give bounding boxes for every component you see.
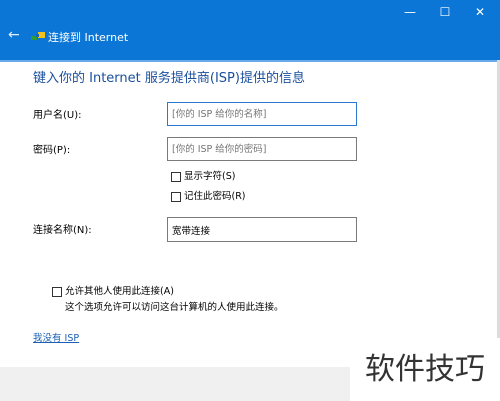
page-heading: 键入你的 Internet 服务提供商(ISP)提供的信息: [33, 71, 305, 86]
allow-others-description: 这个选项允许可以访问这台计算机的人使用此连接。: [65, 302, 284, 313]
username-label: 用户名(U):: [33, 110, 82, 121]
maximize-button[interactable]: ☐: [430, 2, 460, 22]
allow-others-label[interactable]: 允许其他人使用此连接(A): [65, 286, 174, 298]
password-label: 密码(P):: [33, 145, 71, 156]
remember-password-checkbox[interactable]: [171, 192, 181, 202]
header-separator: [0, 60, 500, 62]
show-characters-checkbox[interactable]: [171, 172, 181, 182]
remember-password-label[interactable]: 记住此密码(R): [184, 191, 246, 203]
minimize-button[interactable]: —: [395, 2, 425, 22]
connection-name-input[interactable]: [167, 217, 357, 242]
connection-name-label: 连接名称(N):: [33, 225, 92, 236]
password-input[interactable]: [167, 137, 357, 161]
show-characters-label[interactable]: 显示字符(S): [184, 171, 235, 183]
no-isp-link[interactable]: 我没有 ISP: [33, 333, 79, 345]
network-connection-icon: [31, 32, 45, 40]
back-arrow-icon[interactable]: ←: [8, 28, 20, 42]
watermark: 软件技巧: [350, 338, 500, 401]
window-title: 连接到 Internet: [48, 31, 129, 44]
title-bar: — ☐ ✕ ← 连接到 Internet: [0, 0, 500, 60]
allow-others-checkbox[interactable]: [52, 287, 62, 297]
username-input[interactable]: [167, 102, 357, 126]
close-button[interactable]: ✕: [465, 2, 495, 22]
